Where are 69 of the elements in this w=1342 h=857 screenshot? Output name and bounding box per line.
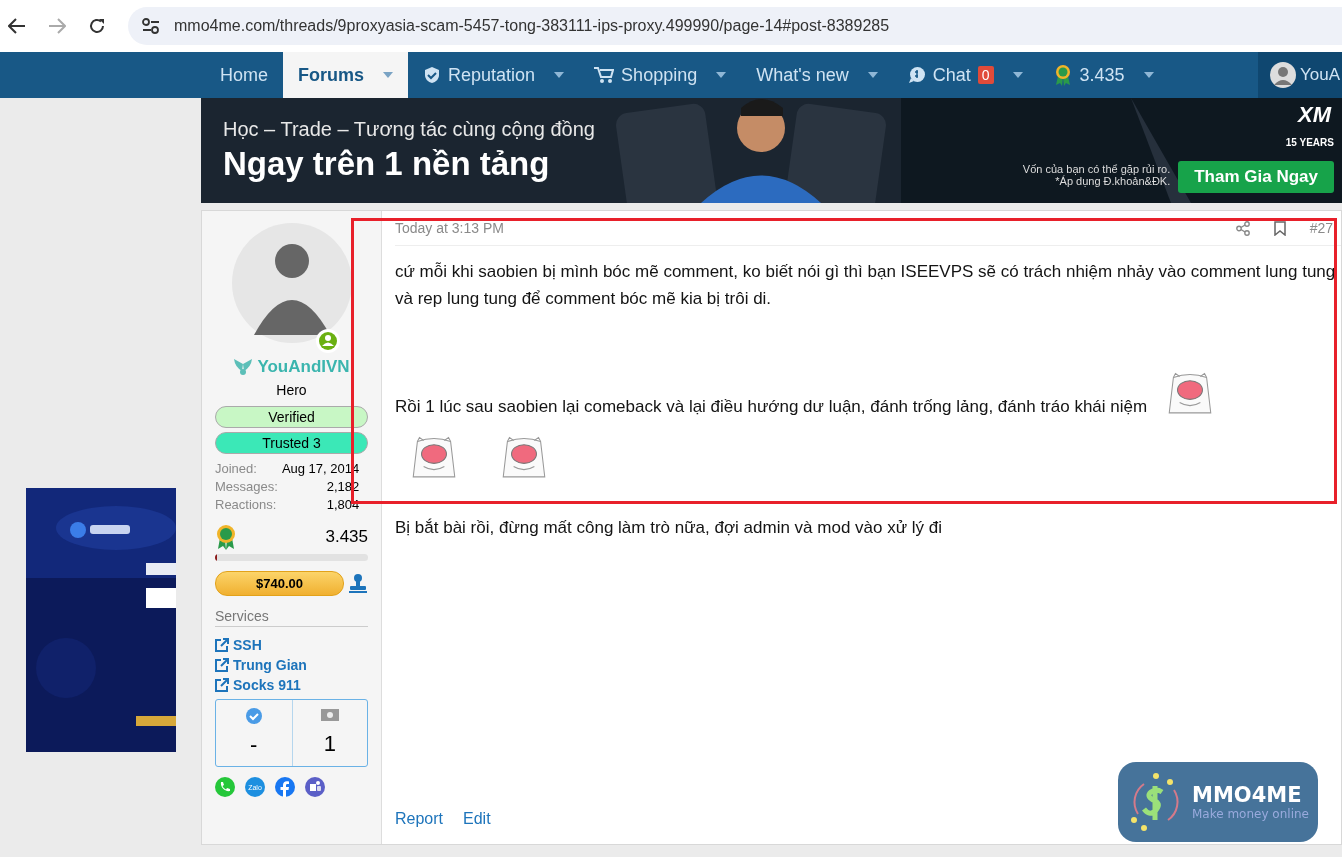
post-action-link[interactable]: Edit — [463, 810, 491, 828]
bookmark-icon[interactable] — [1273, 220, 1286, 236]
counter-value: - — [250, 732, 258, 758]
nav-tab[interactable]: Forums — [283, 52, 409, 98]
nav-tab[interactable]: 3.435 — [1037, 52, 1169, 98]
caret-icon — [554, 72, 565, 78]
service-link[interactable]: Trung Gian — [215, 657, 368, 673]
counter-value: 1 — [323, 731, 336, 757]
banner-tagline: Học – Trade – Tương tác cùng cộng đồng — [223, 118, 595, 141]
external-link-icon — [215, 658, 229, 672]
address-bar[interactable]: mmo4me.com/threads/9proxyasia-scam-5457-tong-383111-ips-proxy.499990/page-14#post-8389285 — [128, 7, 1342, 45]
brand-subtitle: 15 YEARS — [1285, 137, 1334, 149]
medal-icon — [215, 524, 237, 550]
stamp-icon[interactable] — [348, 573, 368, 594]
logo-title: MMO4ME — [1192, 783, 1303, 807]
user-badge: Trusted 3 — [215, 432, 368, 454]
caret-icon — [716, 72, 727, 78]
cart-icon — [594, 66, 615, 84]
reload-icon[interactable] — [88, 17, 106, 35]
post-paragraph: Bị bắt bài rồi, đừng mất công làm trò nữa, đợi admin và mod vào xử lý đi — [395, 517, 944, 540]
nav-tab[interactable]: What's new — [741, 52, 893, 98]
section-heading: Services — [215, 608, 368, 627]
back-icon[interactable] — [8, 17, 26, 35]
nav-tab[interactable]: Home — [205, 52, 283, 98]
stat-label: Joined: — [215, 461, 258, 476]
post-number[interactable]: #27 — [1309, 220, 1341, 236]
share-icon[interactable] — [1235, 220, 1250, 236]
external-link-icon — [215, 638, 229, 652]
facebook-icon[interactable] — [275, 777, 295, 797]
avatar — [1269, 62, 1296, 88]
user-badge: Verified — [215, 406, 368, 428]
caret-icon — [1143, 72, 1154, 78]
stat-label: Messages: — [215, 479, 278, 494]
shield-icon — [423, 66, 442, 84]
caret-icon — [867, 72, 878, 78]
nav-tab[interactable]: Reputation — [408, 52, 580, 98]
count-badge: 0 — [977, 66, 994, 84]
post-time[interactable]: Today at 3:13 PM — [395, 220, 504, 236]
external-link-icon — [215, 678, 229, 692]
ad-banner[interactable]: Học – Trade – Tương tác cùng cộng đồng Ngay trên 1 nền tảng Vốn của bạn có thể gặp rủi ro. *Áp dụng Đ.khoản&ĐK. XM 15 YEARS Tham Gia Ngay — [201, 98, 1342, 203]
post-paragraph: cứ mỗi khi saobien bị mình bóc mẽ comment, ko biết nói gì thì bạn ISEEVPS sẽ có trách nhiệm nhảy vào comment lung tung và rep lung tung để comment bóc mẽ kia bị trôi di. — [395, 261, 1337, 311]
service-link[interactable]: SSH — [215, 637, 368, 653]
post-paragraph: Rồi 1 lúc sau saobien lại comeback và lại điều hướng dư luận, đánh trống lảng, đánh tráo khái niệm — [395, 396, 1148, 419]
banner-headline: Ngay trên 1 nền tảng — [223, 145, 551, 183]
chat-icon — [907, 66, 926, 84]
teams-icon[interactable] — [305, 777, 325, 797]
balance-pill: $740.00 — [215, 571, 344, 596]
join-button[interactable]: Tham Gia Ngay — [1178, 161, 1334, 193]
nav-tab[interactable]: Chat 0 — [892, 52, 1038, 98]
banknote-icon — [320, 709, 339, 721]
disclaimer-text: *Áp dụng Đ.khoản&ĐK. — [1055, 175, 1171, 187]
verified-icon — [245, 708, 262, 724]
wings-icon — [233, 358, 254, 376]
user-menu[interactable]: YouA — [1257, 52, 1342, 98]
online-status-icon — [315, 329, 340, 353]
service-link[interactable]: Socks 911 — [215, 677, 368, 693]
caret-icon — [383, 72, 394, 78]
points-value: 3.435 — [325, 527, 368, 547]
nav-tab[interactable]: Shopping — [579, 52, 742, 98]
avatar[interactable] — [231, 223, 352, 343]
logo-tagline: Make money online — [1192, 807, 1309, 821]
floating-logo-badge[interactable]: MMO4ME Make money online — [1118, 762, 1318, 842]
user-title: Hero — [276, 382, 307, 398]
stat-label: Reactions: — [215, 497, 278, 512]
post-action-link[interactable]: Report — [395, 810, 444, 828]
caret-icon — [1012, 72, 1023, 78]
disclaimer-text: Vốn của bạn có thể gặp rủi ro. — [1022, 163, 1171, 175]
brand-logo: XM — [1298, 102, 1333, 129]
site-settings-icon[interactable] — [142, 18, 160, 34]
